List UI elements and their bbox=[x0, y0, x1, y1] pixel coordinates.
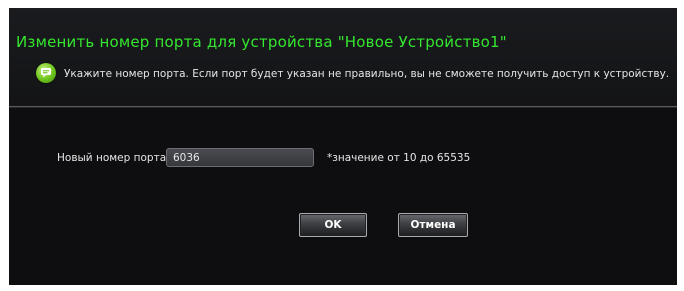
ok-button[interactable]: OK bbox=[299, 213, 367, 237]
header-divider-shadow bbox=[9, 107, 677, 108]
chat-bubble-icon bbox=[36, 63, 56, 83]
dialog-header: Изменить номер порта для устройства "Нов… bbox=[9, 8, 677, 106]
port-range-hint: *значение от 10 до 65535 bbox=[327, 152, 471, 164]
cancel-button[interactable]: Отмена bbox=[398, 213, 468, 237]
info-message: Укажите номер порта. Если порт будет ука… bbox=[64, 68, 670, 80]
port-input[interactable] bbox=[166, 148, 314, 167]
change-port-dialog: Изменить номер порта для устройства "Нов… bbox=[9, 8, 677, 285]
dialog-title: Изменить номер порта для устройства "Нов… bbox=[16, 33, 507, 51]
port-label: Новый номер порта bbox=[57, 152, 167, 164]
